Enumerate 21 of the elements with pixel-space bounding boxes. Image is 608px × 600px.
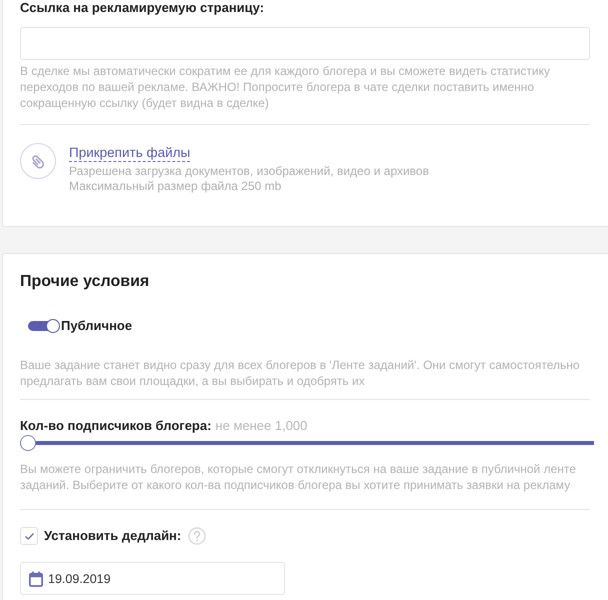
toggle-label: Публичное	[61, 318, 132, 334]
slider-thumb[interactable]	[20, 435, 36, 451]
calendar-icon	[29, 570, 43, 586]
paperclip-icon[interactable]	[20, 143, 56, 179]
checkbox[interactable]	[20, 527, 38, 545]
date-input-field[interactable]: 19.09.2019	[20, 562, 285, 595]
section-title: Прочие условия	[20, 272, 150, 292]
toggle-switch[interactable]	[28, 318, 60, 334]
attachment-note: Максимальный размер файла 250 mb	[69, 179, 282, 194]
slider-label: Кол-во подписчиков блогера:	[20, 418, 212, 433]
field-label: Ссылка на рекламируемую страницу:	[20, 0, 266, 16]
attachment-note: Разрешена загрузка документов, изображений, видео и архивов	[69, 164, 429, 179]
slider-value: не менее 1,000	[215, 418, 308, 433]
checkmark-icon	[24, 532, 34, 540]
attach-files-link[interactable]: Прикрепить файлы	[69, 145, 190, 162]
checkbox-label: Установить дедлайн:	[44, 528, 182, 544]
date-value: 19.09.2019	[48, 572, 111, 586]
hint-text: Вы можете ограничить блогеров, которые смогут откликнуться на ваше задание в публичной ленте заданий. Выберите от какого кол-ва подписчиков блогера вы хотите принимать заявки на рекламу	[20, 461, 577, 493]
hint-text: Ваше задание станет видно сразу для всех блогеров в 'Ленте заданий'. Они смогут самостоятельно предлагать вам свои площадки, а вы выбирать и одобрять их	[20, 357, 581, 389]
url-input-field[interactable]	[20, 27, 590, 60]
hint-text: В сделке мы автоматически сократим ее для каждого блогера и вы сможете видеть статистику переходов по вашей рекламе. ВАЖНО! Попросите блогера в чате сделки поставить именно сокращенную ссылку (будет видна в сделке)	[20, 63, 552, 111]
